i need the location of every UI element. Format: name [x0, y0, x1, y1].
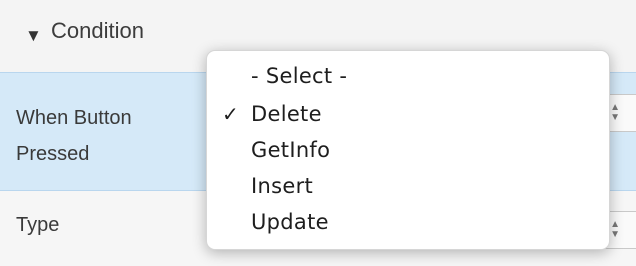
menu-item-delete[interactable]: Delete	[251, 102, 322, 126]
menu-item-select[interactable]: - Select -	[251, 64, 347, 88]
when-button-pressed-label: When Button Pressed	[16, 107, 132, 165]
select-arrows-icon: ▲ ▼	[610, 102, 620, 123]
menu-item-getinfo[interactable]: GetInfo	[251, 138, 330, 162]
section-title: Condition	[51, 18, 144, 43]
menu-item-insert[interactable]: Insert	[251, 174, 313, 198]
menu-item-update[interactable]: Update	[251, 210, 329, 234]
type-label: Type	[16, 214, 60, 236]
select-arrows-icon: ▲ ▼	[610, 219, 620, 240]
triangle-down-icon[interactable]: ▼	[25, 26, 42, 46]
checkmark-icon: ✓	[222, 102, 239, 126]
action-dropdown-menu: ✓ - Select - Delete GetInfo Insert Updat…	[206, 50, 610, 250]
